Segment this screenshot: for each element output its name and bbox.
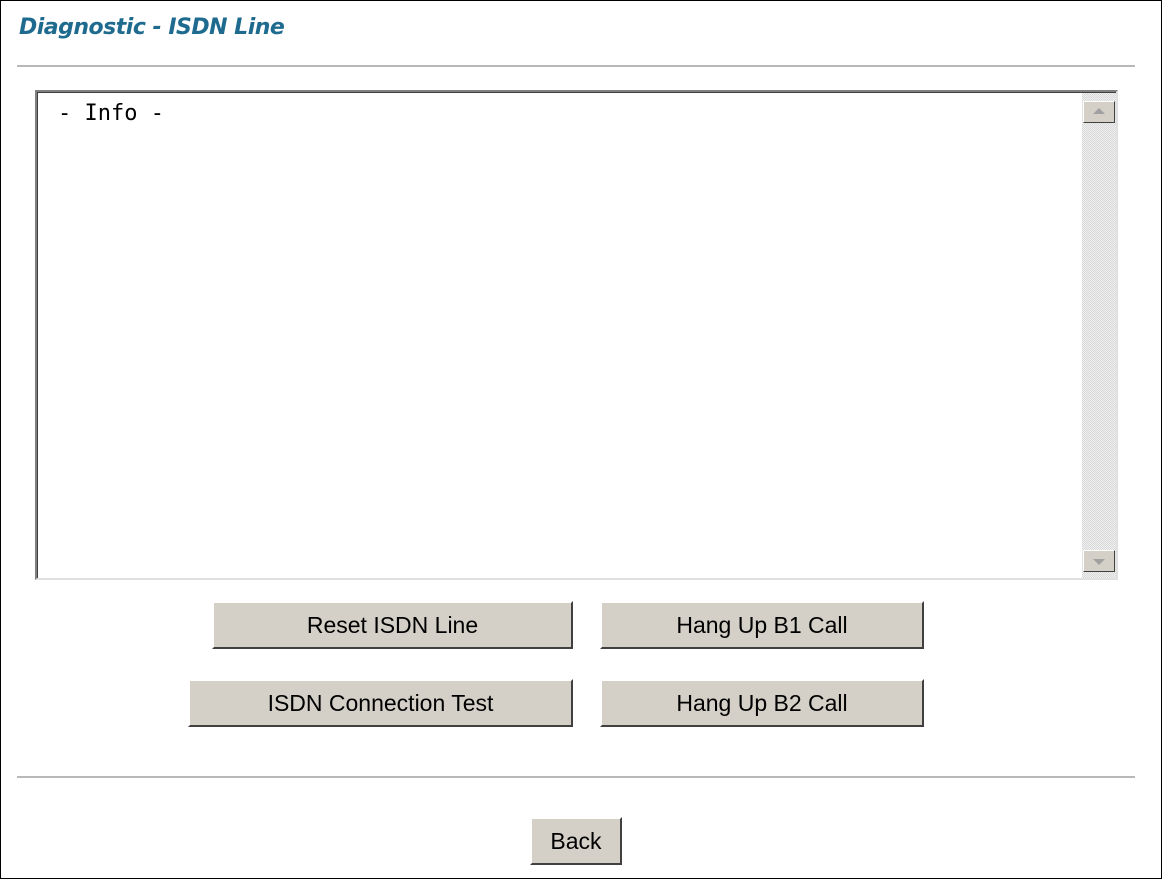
scroll-up-button[interactable] xyxy=(1083,101,1115,123)
hang-up-b2-call-button[interactable]: Hang Up B2 Call xyxy=(600,679,924,727)
info-textarea-inner: - Info - xyxy=(37,92,1116,578)
info-text: - Info - xyxy=(58,101,164,126)
scroll-up-arrow-icon xyxy=(1093,108,1105,114)
back-button[interactable]: Back xyxy=(530,817,622,865)
page-frame: Diagnostic - ISDN Line - Info - Reset IS… xyxy=(0,0,1162,879)
scroll-down-button[interactable] xyxy=(1083,550,1115,572)
scroll-down-arrow-icon xyxy=(1093,559,1105,565)
vertical-scrollbar[interactable] xyxy=(1082,93,1116,578)
reset-isdn-line-button[interactable]: Reset ISDN Line xyxy=(212,601,573,649)
bottom-divider xyxy=(17,776,1135,778)
page-title: Diagnostic - ISDN Line xyxy=(19,15,285,40)
hang-up-b1-call-button[interactable]: Hang Up B1 Call xyxy=(600,601,924,649)
isdn-connection-test-button[interactable]: ISDN Connection Test xyxy=(188,679,573,727)
info-textarea[interactable]: - Info - xyxy=(35,90,1118,580)
top-divider xyxy=(17,65,1135,67)
